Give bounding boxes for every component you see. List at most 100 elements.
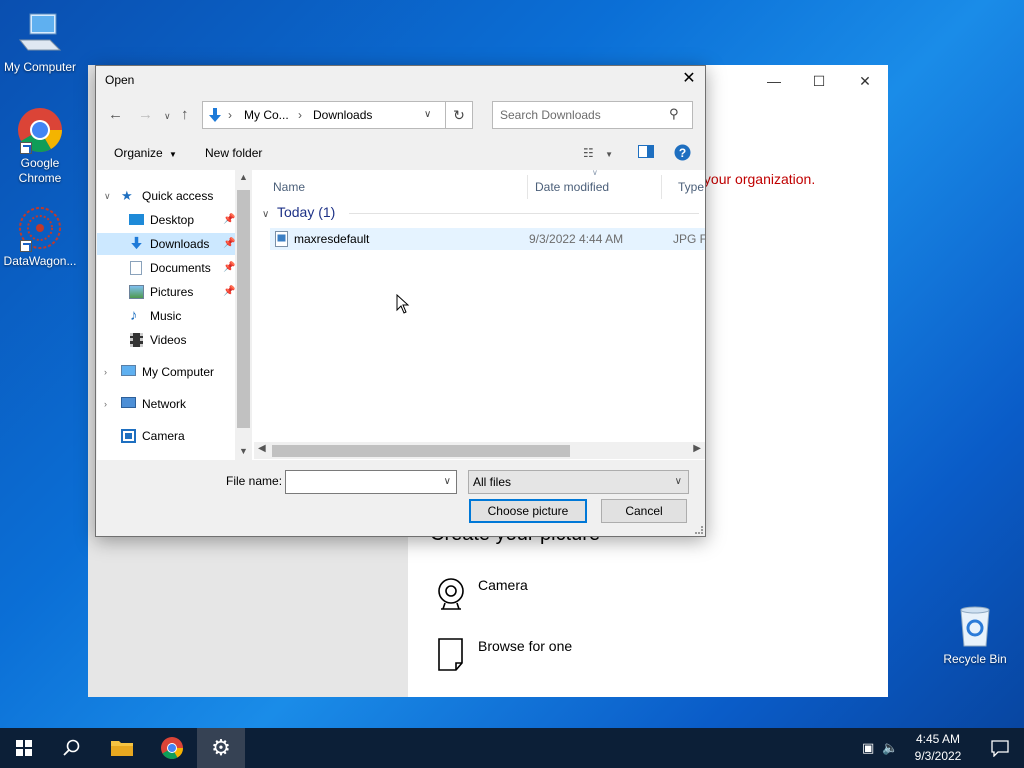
nav-downloads[interactable]: Downloads 📌	[97, 233, 237, 255]
refresh-button[interactable]: ↻	[446, 101, 473, 129]
column-header-date[interactable]: Date modified	[516, 175, 662, 199]
address-bar[interactable]: › My Co... › Downloads ∨	[202, 101, 446, 129]
close-button[interactable]: ✕	[845, 71, 885, 91]
column-header-name[interactable]: Name	[254, 175, 528, 199]
view-options-button[interactable]: ☷ ▼	[583, 146, 613, 160]
sort-indicator-icon: ∨	[592, 170, 598, 177]
file-icon	[438, 638, 463, 671]
file-type-filter[interactable]: All files ∨	[468, 470, 689, 494]
chevron-right-icon[interactable]: ›	[104, 393, 107, 415]
chevron-down-icon[interactable]: ∨	[104, 185, 111, 207]
desktop-icon-google-chrome[interactable]: Google Chrome	[0, 106, 80, 186]
recent-locations-button[interactable]: ∨	[164, 111, 171, 122]
nav-item-label: Network	[142, 397, 187, 411]
pin-icon: 📌	[223, 238, 236, 249]
nav-my-computer[interactable]: › My Computer	[97, 361, 237, 383]
cancel-button[interactable]: Cancel	[601, 499, 687, 523]
nav-item-label: Downloads	[150, 237, 210, 251]
file-date: 9/3/2022 4:44 AM	[529, 232, 624, 246]
nav-camera[interactable]: Camera	[97, 425, 237, 447]
help-button[interactable]: ?	[674, 144, 691, 164]
image-file-icon	[275, 231, 288, 247]
up-button[interactable]: ↑	[181, 106, 189, 123]
nav-item-label: Quick access	[142, 189, 214, 203]
nav-scrollbar-thumb[interactable]	[237, 190, 250, 428]
nav-pictures[interactable]: Pictures 📌	[97, 281, 237, 303]
hscrollbar-thumb[interactable]	[272, 445, 570, 457]
start-button[interactable]	[0, 728, 48, 768]
scroll-down-icon[interactable]: ▼	[239, 446, 248, 456]
shortcut-arrow-icon	[20, 142, 32, 154]
taskbar-chrome[interactable]	[148, 728, 196, 768]
file-type-filter-value: All files	[473, 475, 512, 489]
nav-item-label: Music	[150, 309, 182, 323]
folder-icon	[111, 741, 133, 756]
windows-logo-icon	[16, 740, 32, 756]
volume-icon[interactable]: 🔈	[882, 740, 898, 756]
network-icon[interactable]: ▣	[862, 740, 874, 756]
taskbar-clock[interactable]: 4:45 AM 9/3/2022	[902, 731, 974, 765]
clock-date: 9/3/2022	[914, 749, 962, 763]
file-name-input[interactable]: ∨	[285, 470, 457, 494]
search-icon	[63, 739, 80, 756]
star-icon: ★	[121, 188, 133, 203]
file-row[interactable]: maxresdefault 9/3/2022 4:44 AM JPG F	[270, 228, 705, 250]
search-input[interactable]	[492, 101, 693, 129]
taskbar-file-explorer[interactable]	[98, 728, 146, 768]
minimize-button[interactable]: —	[754, 71, 794, 91]
notifications-button[interactable]	[976, 728, 1024, 768]
scroll-right-icon[interactable]: ▶	[693, 443, 701, 454]
desktop-icon-recycle-bin[interactable]: Recycle Bin	[935, 602, 1015, 667]
taskbar-settings[interactable]: ⚙	[197, 728, 245, 768]
scroll-up-icon[interactable]: ▲	[239, 172, 248, 182]
desktop-icon-datawagon[interactable]: DataWagon...	[0, 204, 80, 269]
back-button[interactable]: ←	[108, 106, 123, 123]
nav-videos[interactable]: Videos	[97, 329, 237, 351]
breadcrumb-downloads[interactable]: Downloads	[313, 108, 372, 122]
forward-button[interactable]: →	[138, 106, 153, 123]
scroll-left-icon[interactable]: ◀	[258, 443, 266, 454]
recycle-bin-icon	[951, 602, 999, 650]
file-name: maxresdefault	[294, 232, 370, 246]
desktop-icon-my-computer[interactable]: My Computer	[0, 10, 80, 75]
choose-picture-button[interactable]: Choose picture	[469, 499, 587, 523]
desktop-folder-icon	[129, 214, 144, 225]
nav-music[interactable]: ♪ Music	[97, 305, 237, 327]
help-icon: ?	[674, 144, 691, 161]
preview-pane-icon	[638, 145, 654, 158]
chrome-icon	[161, 737, 183, 759]
dialog-close-button[interactable]: ✕	[679, 69, 699, 89]
search-icon: ⚲	[669, 106, 679, 121]
organize-button[interactable]: Organize ▼	[114, 146, 177, 160]
browse-option-label: Browse for one	[478, 638, 573, 654]
nav-documents[interactable]: Documents 📌	[97, 257, 237, 279]
view-list-icon: ☷	[583, 146, 594, 160]
maximize-button[interactable]: ☐	[799, 71, 839, 91]
organize-label: Organize	[114, 146, 163, 160]
chevron-right-icon[interactable]: ›	[104, 361, 107, 383]
browse-option[interactable]: Browse for one	[436, 638, 572, 672]
nav-item-label: Desktop	[150, 213, 195, 227]
column-header-type[interactable]: Type	[660, 175, 705, 199]
chevron-down-icon: ▼	[169, 150, 177, 159]
pin-icon: 📌	[223, 214, 236, 225]
computer-icon	[16, 10, 64, 58]
resize-grip[interactable]	[695, 526, 703, 534]
nav-scrollbar[interactable]: ▲ ▼	[235, 170, 252, 460]
taskbar-search-button[interactable]	[48, 728, 96, 768]
breadcrumb-separator: ›	[228, 108, 232, 122]
nav-network[interactable]: › Network	[97, 393, 237, 415]
file-list-hscrollbar[interactable]: ◀ ▶	[254, 442, 705, 459]
nav-desktop[interactable]: Desktop 📌	[97, 209, 237, 231]
breadcrumb-my-computer[interactable]: My Co...	[244, 108, 289, 122]
address-dropdown-icon[interactable]: ∨	[424, 109, 431, 120]
group-header-today[interactable]: ∨ Today (1)	[262, 204, 335, 220]
camera-option[interactable]: Camera	[436, 577, 528, 611]
new-folder-button[interactable]: New folder	[205, 146, 262, 160]
navigation-pane: ∨ ★ Quick access Desktop 📌 Downloads 📌 D…	[97, 170, 254, 460]
chevron-down-icon: ▼	[605, 150, 614, 159]
chevron-down-icon[interactable]: ∨	[444, 476, 451, 487]
pictures-icon	[129, 285, 144, 299]
nav-quick-access[interactable]: ∨ ★ Quick access	[97, 185, 237, 207]
preview-pane-button[interactable]	[638, 145, 654, 161]
